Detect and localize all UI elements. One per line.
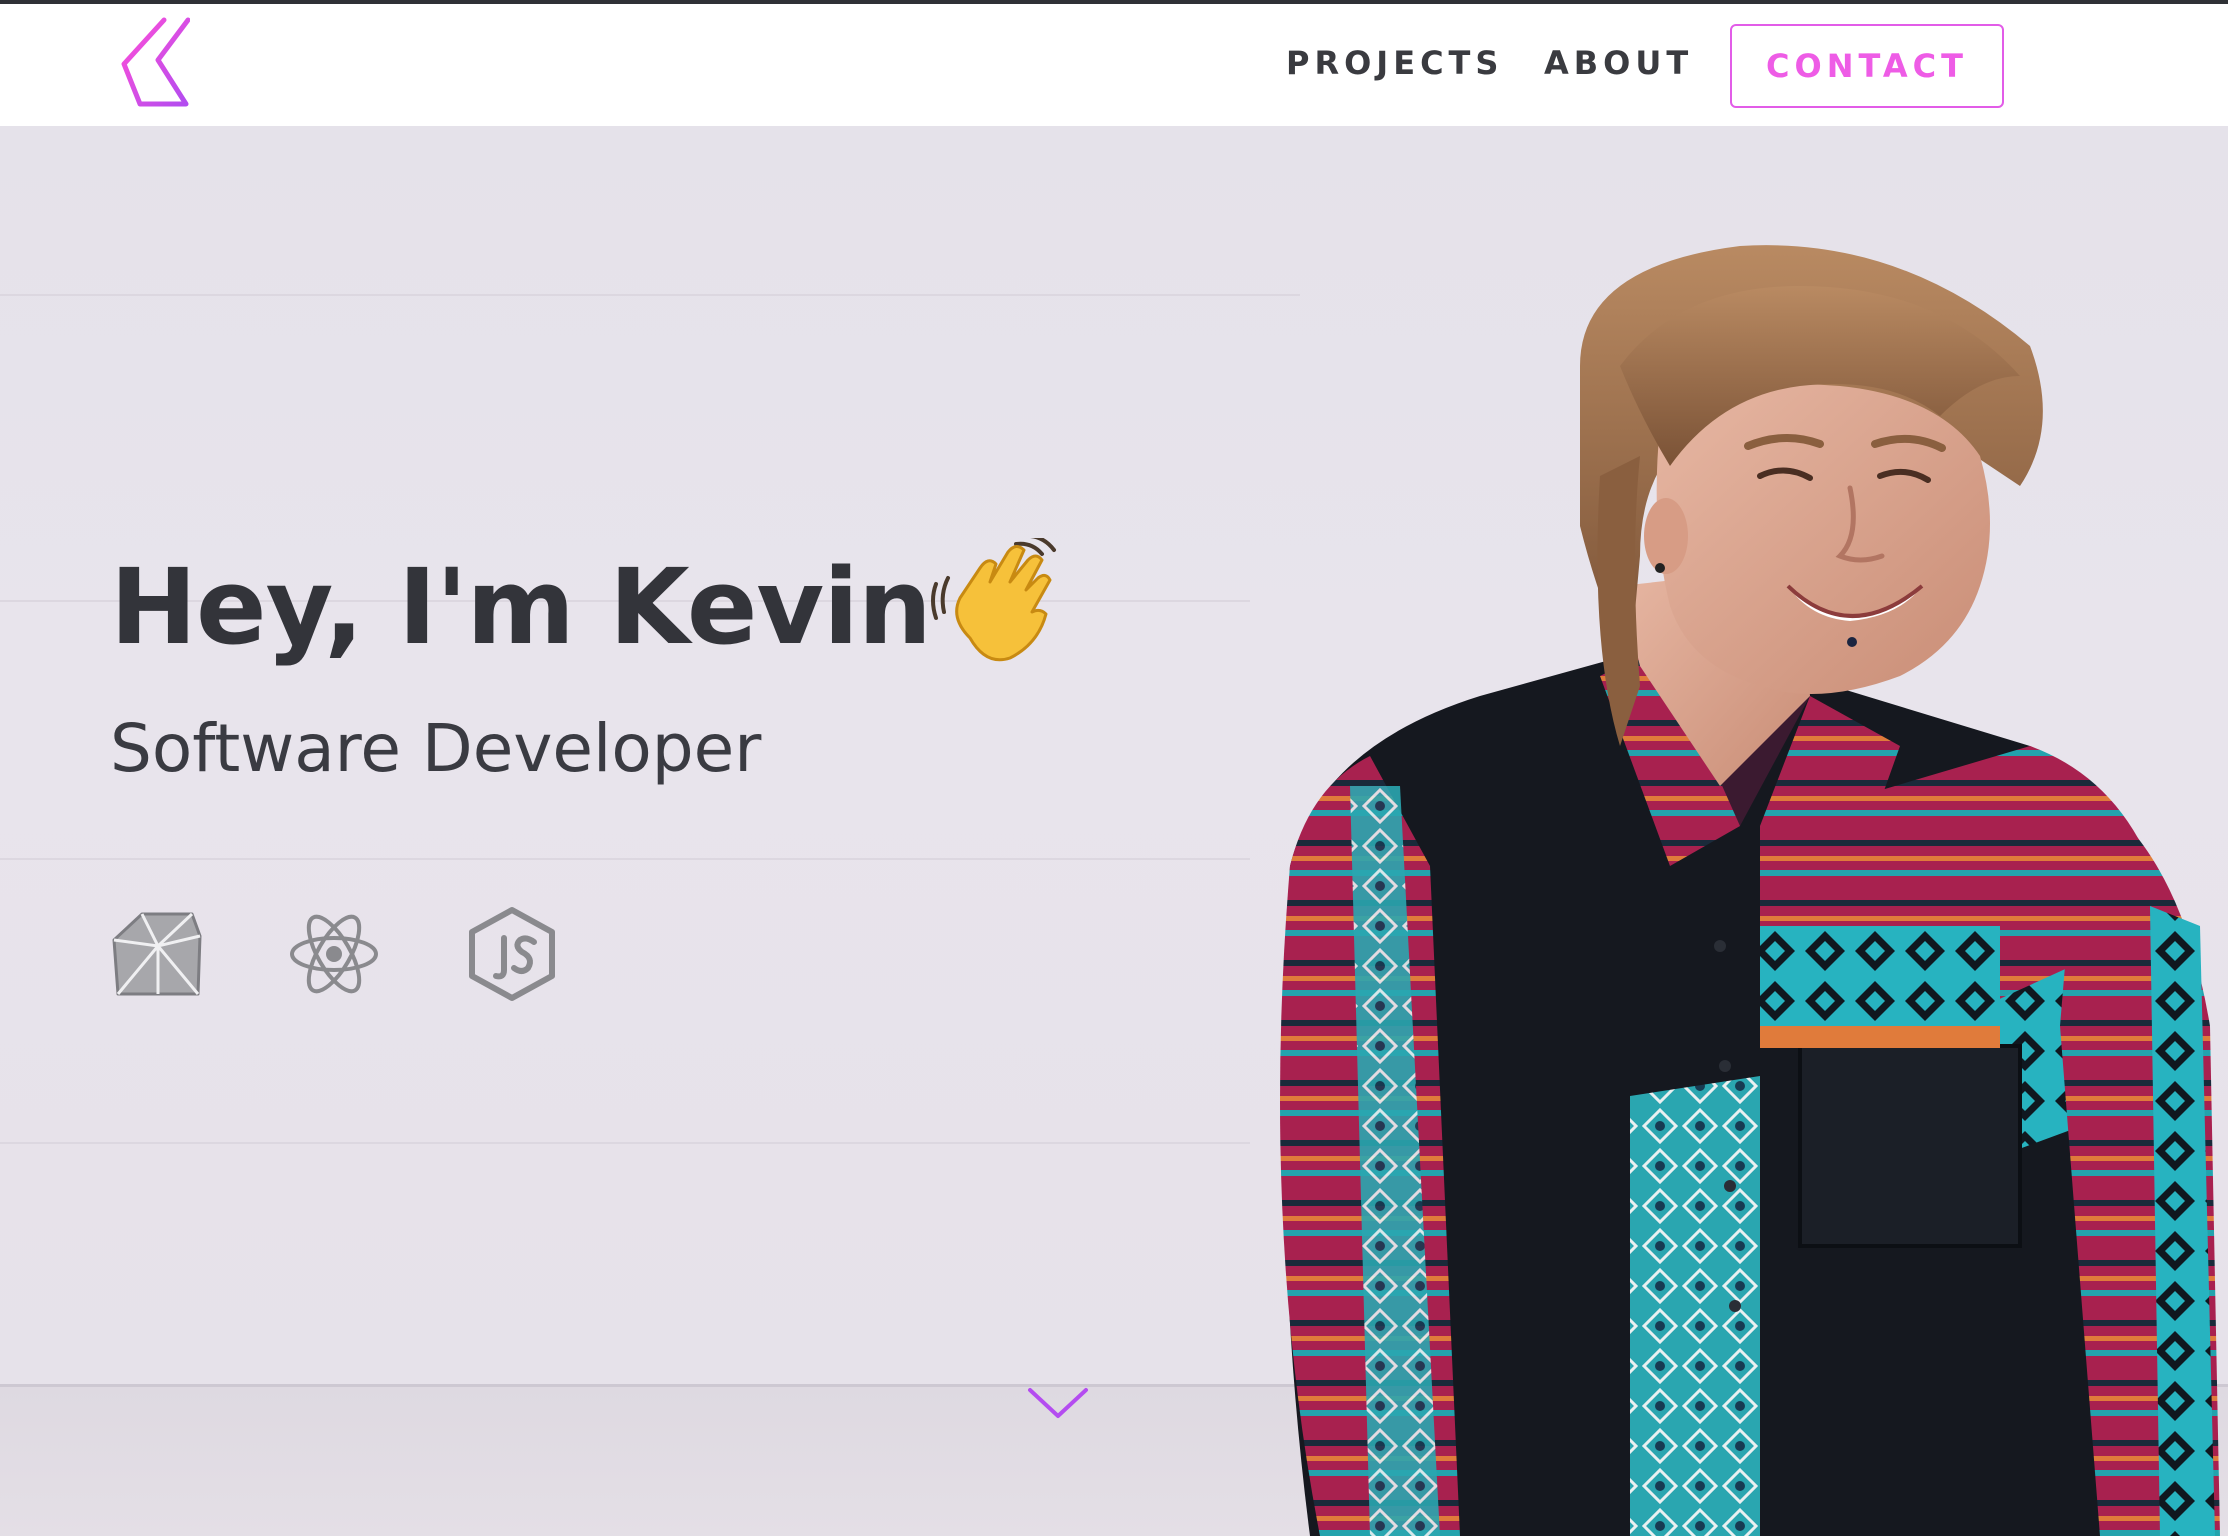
portrait-photo [1280, 245, 2220, 1536]
nodejs-icon[interactable] [464, 906, 560, 1002]
wall-line [0, 294, 1300, 296]
waving-hand-icon [931, 538, 1056, 662]
contact-button[interactable]: CONTACT [1730, 24, 2004, 108]
navbar: PROJECTS ABOUT CONTACT [0, 4, 2228, 126]
ruby-icon[interactable] [108, 906, 204, 1002]
nav-about-link[interactable]: ABOUT [1544, 44, 1693, 82]
hero-title: Hey, I'm Kevin [110, 546, 932, 668]
wall-line [0, 858, 1250, 860]
hero-subtitle: Software Developer [110, 710, 762, 787]
k-logo-icon[interactable] [110, 14, 190, 110]
wall-line [0, 1142, 1250, 1144]
chevron-down-icon[interactable] [1026, 1384, 1090, 1424]
nav-projects-link[interactable]: PROJECTS [1286, 44, 1503, 82]
hero-section: Hey, I'm Kevin Software Developer [0, 126, 2228, 1536]
react-icon[interactable] [286, 906, 382, 1002]
